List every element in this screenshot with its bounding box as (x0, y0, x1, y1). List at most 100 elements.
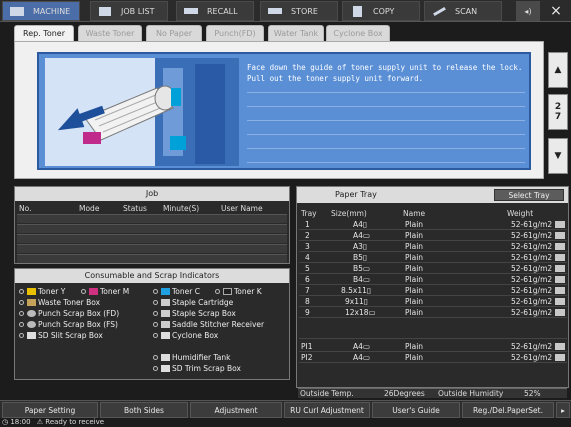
tab-cyclone-box[interactable]: Cyclone Box (326, 25, 390, 41)
nav-recall-label: RECALL (207, 6, 238, 16)
guide-content: Face down the guide of toner supply unit… (37, 52, 531, 170)
tray-row-pi2[interactable]: PI2 A4▭ Plain 52-61g/m2 (299, 353, 567, 363)
nav-store-button[interactable]: STORE (260, 1, 338, 21)
nav-copy-button[interactable]: COPY (342, 1, 420, 21)
page-indicator: 2 7 (548, 94, 568, 130)
divider (247, 92, 525, 93)
status-message: Ready to receive (45, 418, 105, 426)
indicator-label: Staple Scrap Box (172, 309, 236, 318)
status-dot (19, 322, 24, 327)
job-row[interactable] (17, 234, 287, 243)
toner-m-icon (89, 288, 98, 295)
status-dot (19, 333, 24, 338)
nav-machine-label: MACHINE (33, 6, 71, 16)
toner-c-icon (161, 288, 170, 295)
tray-row[interactable]: 7 8.5x11▯ Plain 52-61g/m2 (299, 286, 567, 296)
tray-row[interactable]: 9 12x18▭ Plain 52-61g/m2 (299, 308, 567, 318)
punch-icon (27, 310, 36, 317)
scrap-box-icon (161, 365, 170, 372)
job-row[interactable] (17, 244, 287, 253)
both-sides-button[interactable]: Both Sides (100, 402, 188, 418)
indicator-label: Cyclone Box (172, 331, 219, 340)
page-up-button[interactable]: ▲ (548, 52, 568, 88)
toner-y-icon (27, 288, 36, 295)
nav-machine-button[interactable]: MACHINE (2, 1, 80, 21)
paper-setting-button[interactable]: Paper Setting (2, 402, 98, 418)
divider (247, 120, 525, 121)
page-current: 2 (554, 102, 562, 112)
users-guide-button[interactable]: User's Guide (372, 402, 460, 418)
status-dot (19, 311, 24, 316)
scan-icon (431, 5, 447, 17)
nav-job-list-button[interactable]: JOB LIST (90, 1, 168, 21)
tray-col-weight: Weight (507, 209, 534, 218)
volume-button[interactable]: ◂) (516, 1, 540, 21)
tray-col-size: Size(mm) (331, 209, 367, 218)
tray-select-toggle[interactable] (555, 309, 565, 316)
tray-row[interactable]: 3 A3▯ Plain 52-61g/m2 (299, 242, 567, 252)
machine-icon (9, 5, 25, 17)
job-col-minute: Minute(S) (163, 204, 200, 213)
indicator-label: Staple Cartridge (172, 298, 234, 307)
tray-row-pi1[interactable]: PI1 A4▭ Plain 52-61g/m2 (299, 342, 567, 352)
tray-row[interactable]: 8 9x11▯ Plain 52-61g/m2 (299, 297, 567, 307)
nav-store-label: STORE (291, 6, 318, 16)
indicator-staple-cartridge: Staple Cartridge (153, 298, 233, 307)
divider (247, 148, 525, 149)
indicator-sd-trim: SD Trim Scrap Box (153, 364, 241, 373)
ru-curl-adjustment-button[interactable]: RU Curl Adjustment (284, 402, 370, 418)
indicator-label: Punch Scrap Box (FD) (38, 309, 120, 318)
indicator-toner-c: Toner C (153, 287, 200, 296)
recall-icon (183, 5, 199, 17)
status-dot (81, 289, 86, 294)
status-dot (153, 289, 158, 294)
nav-recall-button[interactable]: RECALL (176, 1, 254, 21)
page-down-button[interactable]: ▼ (548, 138, 568, 174)
toner-k-icon (223, 288, 232, 295)
job-col-user: User Name (221, 204, 263, 213)
status-dot (153, 355, 158, 360)
outside-humidity-label: Outside Humidity (438, 389, 504, 398)
job-col-mode: Mode (79, 204, 100, 213)
tray-select-toggle[interactable] (555, 287, 565, 294)
tray-select-toggle[interactable] (555, 265, 565, 272)
tray-row-empty (299, 319, 567, 339)
select-tray-button[interactable]: Select Tray (494, 189, 564, 201)
tray-select-toggle[interactable] (555, 254, 565, 261)
tab-waste-toner[interactable]: Waste Toner (78, 25, 142, 41)
tray-select-toggle[interactable] (555, 343, 565, 350)
guide-panel: Face down the guide of toner supply unit… (14, 41, 544, 179)
more-button[interactable]: ▸ (556, 402, 570, 418)
adjustment-button[interactable]: Adjustment (190, 402, 282, 418)
indicator-label: SD Trim Scrap Box (172, 364, 241, 373)
job-title: Job (15, 187, 289, 201)
tray-select-toggle[interactable] (555, 243, 565, 250)
info-icon: ⚠ (36, 418, 44, 426)
tray-row[interactable]: 6 B4▭ Plain 52-61g/m2 (299, 275, 567, 285)
tray-select-toggle[interactable] (555, 276, 565, 283)
tray-row[interactable]: 1 A4▯ Plain 52-61g/m2 (299, 220, 567, 230)
tray-select-toggle[interactable] (555, 221, 565, 228)
tab-no-paper[interactable]: No Paper (146, 25, 202, 41)
tab-rep-toner[interactable]: Rep. Toner (14, 25, 74, 41)
tray-select-toggle[interactable] (555, 354, 565, 361)
status-dot (153, 311, 158, 316)
tray-row[interactable]: 2 A4▭ Plain 52-61g/m2 (299, 231, 567, 241)
status-time: 18:00 (10, 418, 31, 426)
job-row[interactable] (17, 254, 287, 263)
close-button[interactable]: × (546, 2, 566, 20)
divider (247, 134, 525, 135)
indicator-label: Waste Toner Box (38, 298, 101, 307)
guide-line-1: Face down the guide of toner supply unit… (247, 63, 523, 72)
tab-punch-fd[interactable]: Punch(FD) (206, 25, 264, 41)
nav-scan-button[interactable]: SCAN (424, 1, 502, 21)
job-row[interactable] (17, 214, 287, 223)
tab-water-tank[interactable]: Water Tank (268, 25, 324, 41)
tray-select-toggle[interactable] (555, 232, 565, 239)
tray-row[interactable]: 4 B5▯ Plain 52-61g/m2 (299, 253, 567, 263)
top-nav: MACHINE JOB LIST RECALL STORE COPY SCAN … (0, 0, 571, 22)
job-row[interactable] (17, 224, 287, 233)
tray-select-toggle[interactable] (555, 298, 565, 305)
reg-del-paperset-button[interactable]: Reg./Del.PaperSet. (462, 402, 554, 418)
tray-row[interactable]: 5 B5▭ Plain 52-61g/m2 (299, 264, 567, 274)
